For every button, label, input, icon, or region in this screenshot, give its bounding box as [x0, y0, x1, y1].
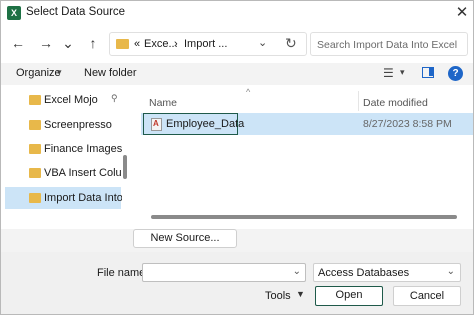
sidebar-item-label: Finance Images [44, 143, 122, 155]
organize-button[interactable]: Organize [16, 67, 61, 79]
navigation-bar: ← → ⌄ ↑ « Exce... › Import ... ⌄ ↻ Searc… [1, 25, 473, 63]
chevron-down-icon[interactable]: ⌄ [293, 266, 301, 277]
forward-arrow-icon[interactable]: → [37, 34, 55, 52]
view-caret-icon[interactable]: ▾ [400, 67, 405, 78]
breadcrumb-import[interactable]: Import ... [184, 38, 227, 50]
new-source-button[interactable]: New Source... [133, 229, 237, 248]
cancel-button[interactable]: Cancel [393, 286, 461, 306]
tools-caret-icon[interactable]: ▼ [296, 289, 305, 299]
sidebar-item-import-data-into-excel[interactable]: Import Data Into Excel [5, 187, 122, 209]
sidebar-item-label: Import Data Into Excel [44, 192, 122, 204]
folder-icon [29, 168, 41, 178]
breadcrumb-separator: › [174, 38, 178, 50]
file-list: ^ Name Date modified Employee_Data 8/27/… [141, 85, 473, 229]
navigation-pane: Excel Mojo ⚲ Screenpresso Finance Images… [1, 85, 131, 229]
folder-icon [29, 193, 41, 203]
help-icon[interactable]: ? [448, 66, 463, 81]
file-list-horizontal-scrollbar[interactable] [151, 215, 457, 219]
tools-menu[interactable]: Tools [265, 290, 291, 302]
address-dropdown-icon[interactable]: ⌄ [258, 36, 267, 49]
sort-indicator-icon: ^ [246, 87, 251, 97]
file-row[interactable]: Employee_Data 8/27/2023 8:58 PM [141, 113, 473, 135]
organize-caret-icon: ▾ [57, 67, 62, 77]
folder-icon [29, 120, 41, 130]
recent-locations-chevron-icon[interactable]: ⌄ [59, 34, 77, 52]
excel-icon: X [7, 6, 21, 20]
folder-icon [29, 95, 41, 105]
close-icon[interactable]: ✕ [451, 2, 473, 24]
sidebar-item-label: VBA Insert Columns [44, 167, 122, 179]
title-bar: X Select Data Source ✕ [1, 1, 473, 25]
pin-icon: ⚲ [111, 93, 118, 103]
column-header-date-modified[interactable]: Date modified [363, 97, 428, 109]
chevron-down-icon: ⌄ [446, 266, 455, 277]
command-toolbar: Organize ▾ New folder ☰ ▾ ? [1, 63, 473, 85]
file-type-select[interactable]: Access Databases ⌄ [313, 263, 461, 282]
browser-content: Excel Mojo ⚲ Screenpresso Finance Images… [1, 85, 473, 229]
sidebar-item-vba-insert-columns[interactable]: VBA Insert Columns [5, 162, 122, 184]
column-divider[interactable] [358, 91, 359, 111]
sidebar-item-finance-images[interactable]: Finance Images [5, 138, 122, 160]
file-name-focus: Employee_Data [143, 113, 244, 135]
file-name-input[interactable]: ⌄ [142, 263, 306, 282]
address-overflow[interactable]: « [134, 38, 140, 50]
file-name-label: File name: [97, 267, 149, 279]
file-name: Employee_Data [166, 118, 245, 130]
folder-icon [29, 144, 41, 154]
select-data-source-dialog: X Select Data Source ✕ ← → ⌄ ↑ « Exce...… [0, 0, 474, 315]
dialog-title: Select Data Source [26, 6, 126, 18]
breadcrumb-excel[interactable]: Exce... [144, 38, 178, 50]
search-input[interactable]: Search Import Data Into Excel [310, 32, 468, 56]
sidebar-item-screenpresso[interactable]: Screenpresso [5, 114, 121, 136]
address-bar[interactable]: « Exce... › Import ... ⌄ ↻ [109, 32, 307, 56]
sidebar-item-label: Screenpresso [44, 119, 112, 131]
file-type-value: Access Databases [318, 267, 410, 279]
search-placeholder: Search Import Data Into Excel [317, 39, 458, 51]
sidebar-item-excel-mojo[interactable]: Excel Mojo ⚲ [5, 89, 121, 111]
view-options-icon[interactable]: ☰ [383, 66, 394, 80]
back-arrow-icon[interactable]: ← [9, 34, 27, 52]
navigation-pane-scrollbar[interactable] [123, 155, 127, 179]
up-arrow-icon[interactable]: ↑ [84, 34, 102, 52]
file-date-modified: 8/27/2023 8:58 PM [363, 118, 452, 130]
access-file-icon [151, 118, 162, 131]
dialog-footer: File name: ⌄ Access Databases ⌄ Tools ▼ … [1, 252, 473, 314]
new-folder-button[interactable]: New folder [84, 67, 137, 79]
folder-icon [116, 39, 129, 49]
preview-pane-icon[interactable] [422, 67, 434, 78]
open-button[interactable]: Open [315, 286, 383, 306]
column-header-name[interactable]: Name [149, 97, 177, 109]
refresh-icon[interactable]: ↻ [285, 35, 297, 52]
